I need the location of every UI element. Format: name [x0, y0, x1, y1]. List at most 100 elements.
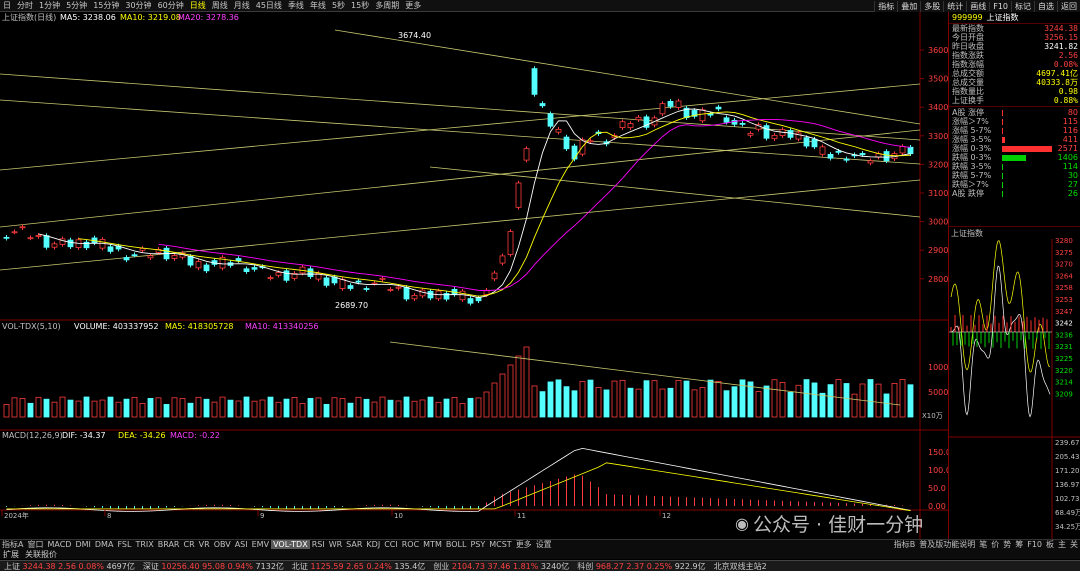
macd-tick-label: 100.0: [928, 466, 948, 475]
quote-label: 总成交额: [952, 69, 984, 78]
indicator-tab-SAR[interactable]: SAR: [344, 540, 364, 549]
period-tab-10[interactable]: 45日线: [253, 0, 285, 11]
period-tab-0[interactable]: 日: [0, 0, 14, 11]
tool-button-0[interactable]: 指标: [874, 0, 897, 12]
indicator-tab-MCST[interactable]: MCST: [487, 540, 513, 549]
period-tab-12[interactable]: 年线: [307, 0, 329, 11]
indicator-tab-ASI[interactable]: ASI: [233, 540, 250, 549]
server-name[interactable]: 北京双线主站2: [710, 561, 771, 571]
market-quote-2[interactable]: 北证 1125.59 2.65 0.24% 135.4亿: [288, 561, 429, 571]
period-tab-11[interactable]: 季线: [285, 0, 307, 11]
market-quote-0[interactable]: 上证 3244.38 2.56 0.08% 4697亿: [0, 561, 139, 571]
candle-body: [467, 298, 474, 304]
period-tab-5[interactable]: 30分钟: [122, 0, 154, 11]
right-tab-6[interactable]: F10: [1025, 540, 1044, 549]
tool-button-2[interactable]: 多股: [920, 0, 943, 12]
indicator-tab-RSI[interactable]: RSI: [310, 540, 327, 549]
indicator-tab-CCI[interactable]: CCI: [382, 540, 400, 549]
tool-button-8[interactable]: 返回: [1057, 0, 1080, 12]
period-tab-16[interactable]: 更多: [402, 0, 424, 11]
right-tab-7[interactable]: 板: [1044, 540, 1056, 549]
period-tab-3[interactable]: 5分钟: [63, 0, 90, 11]
right-tab-3[interactable]: 价: [989, 540, 1001, 549]
period-tab-4[interactable]: 15分钟: [90, 0, 122, 11]
indicator-tab-CR[interactable]: CR: [182, 540, 197, 549]
trend-line: [429, 166, 921, 218]
quote-row: 指数量比 0.98: [949, 87, 1080, 96]
tool-button-5[interactable]: F10: [989, 1, 1011, 11]
right-tab-9[interactable]: 关: [1068, 540, 1080, 549]
period-tab-14[interactable]: 15秒: [348, 0, 372, 11]
indicator-tab-窗口[interactable]: 窗口: [25, 540, 45, 549]
indicator-tab-EMV[interactable]: EMV: [250, 540, 271, 549]
intraday-tick: 3225: [1055, 355, 1073, 363]
volume-bar: [731, 386, 738, 418]
quote-header[interactable]: 999999 上证指数: [949, 12, 1080, 24]
period-tab-2[interactable]: 1分钟: [36, 0, 63, 11]
period-tab-15[interactable]: 多周期: [372, 0, 402, 11]
intraday-mini-chart[interactable]: 上证指数 3280 3275 3270 3264 3258 3253 3247 3242 3236…: [949, 226, 1080, 540]
bottom2-tab-0[interactable]: 扩展: [0, 549, 22, 559]
intraday-vol-tick: 205.43万: [1055, 453, 1080, 461]
right-tab-0[interactable]: 指标B: [892, 540, 918, 549]
volume-bar: [851, 393, 858, 418]
chart-area[interactable]: 上证指数(日线) MA5: 3238.06 MA10: 3219.08 MA20: 3…: [0, 12, 953, 539]
market-quote-3[interactable]: 创业 2104.73 37.46 1.81% 3240亿: [429, 561, 573, 571]
period-tab-1[interactable]: 分时: [14, 0, 36, 11]
market-quote-1[interactable]: 深证 10256.40 95.08 0.94% 7132亿: [139, 561, 288, 571]
volume-bar: [763, 385, 770, 418]
volume-bar: [811, 382, 818, 418]
right-tab-2[interactable]: 笔: [977, 540, 989, 549]
candle-body: [395, 286, 402, 289]
period-tab-9[interactable]: 月线: [231, 0, 253, 11]
market-name: 深证: [142, 561, 162, 571]
candle-body: [51, 243, 58, 248]
tool-button-7[interactable]: 自选: [1034, 0, 1057, 12]
indicator-tab-更多[interactable]: 更多: [514, 540, 534, 549]
indicator-tab-BRAR[interactable]: BRAR: [156, 540, 182, 549]
indicator-tab-PSY[interactable]: PSY: [468, 540, 487, 549]
right-tab-5[interactable]: 筹: [1013, 540, 1025, 549]
indicator-tab-OBV[interactable]: OBV: [212, 540, 233, 549]
quote-label: 今日开盘: [952, 33, 984, 42]
market-quote-4[interactable]: 科创 968.27 2.37 0.25% 922.9亿: [573, 561, 709, 571]
period-tab-6[interactable]: 60分钟: [155, 0, 187, 11]
indicator-tab-DMI[interactable]: DMI: [73, 540, 92, 549]
candle-body: [403, 287, 410, 300]
volume-bar: [539, 391, 546, 418]
volume-bar: [643, 380, 650, 418]
breadth-bar: [1002, 136, 1052, 143]
tool-button-6[interactable]: 标记: [1011, 0, 1034, 12]
candle-body: [675, 100, 682, 108]
right-tab-8[interactable]: 主: [1056, 540, 1068, 549]
indicator-tab-MACD[interactable]: MACD: [45, 540, 73, 549]
candle-body: [131, 254, 138, 257]
y-tick-label: 3400: [928, 103, 948, 112]
period-tab-8[interactable]: 周线: [209, 0, 231, 11]
tool-button-4[interactable]: 画线: [966, 0, 989, 12]
indicator-tab-TRIX[interactable]: TRIX: [133, 540, 155, 549]
indicator-tab-设置[interactable]: 设置: [534, 540, 554, 549]
period-tab-7[interactable]: 日线: [187, 0, 209, 11]
indicator-tab-指标A[interactable]: 指标A: [0, 540, 25, 549]
indicator-tab-WR[interactable]: WR: [327, 540, 344, 549]
tool-button-3[interactable]: 统计: [943, 0, 966, 12]
tool-button-1[interactable]: 叠加: [897, 0, 920, 12]
month-label: 8: [107, 512, 111, 520]
indicator-tab-ROC[interactable]: ROC: [400, 540, 421, 549]
indicator-tab-VOL-TDX[interactable]: VOL-TDX: [271, 540, 310, 549]
right-tab-4[interactable]: 势: [1001, 540, 1013, 549]
indicator-tab-BOLL[interactable]: BOLL: [444, 540, 469, 549]
period-tab-13[interactable]: 5秒: [329, 0, 348, 11]
right-tab-1[interactable]: 普及版功能说明: [917, 540, 977, 549]
candle-body: [43, 235, 50, 248]
indicator-tab-FSL[interactable]: FSL: [115, 540, 133, 549]
indicator-tab-MTM[interactable]: MTM: [421, 540, 444, 549]
candle-body: [3, 236, 10, 239]
bottom2-tab-1[interactable]: 关联报价: [22, 549, 60, 559]
indicator-tab-VR[interactable]: VR: [197, 540, 212, 549]
indicator-tab-DMA[interactable]: DMA: [93, 540, 116, 549]
kline-chart[interactable]: 上证指数(日线) MA5: 3238.06 MA10: 3219.08MA20: 3…: [0, 12, 953, 539]
indicator-tab-KDJ[interactable]: KDJ: [364, 540, 382, 549]
volume-bar: [203, 398, 210, 418]
